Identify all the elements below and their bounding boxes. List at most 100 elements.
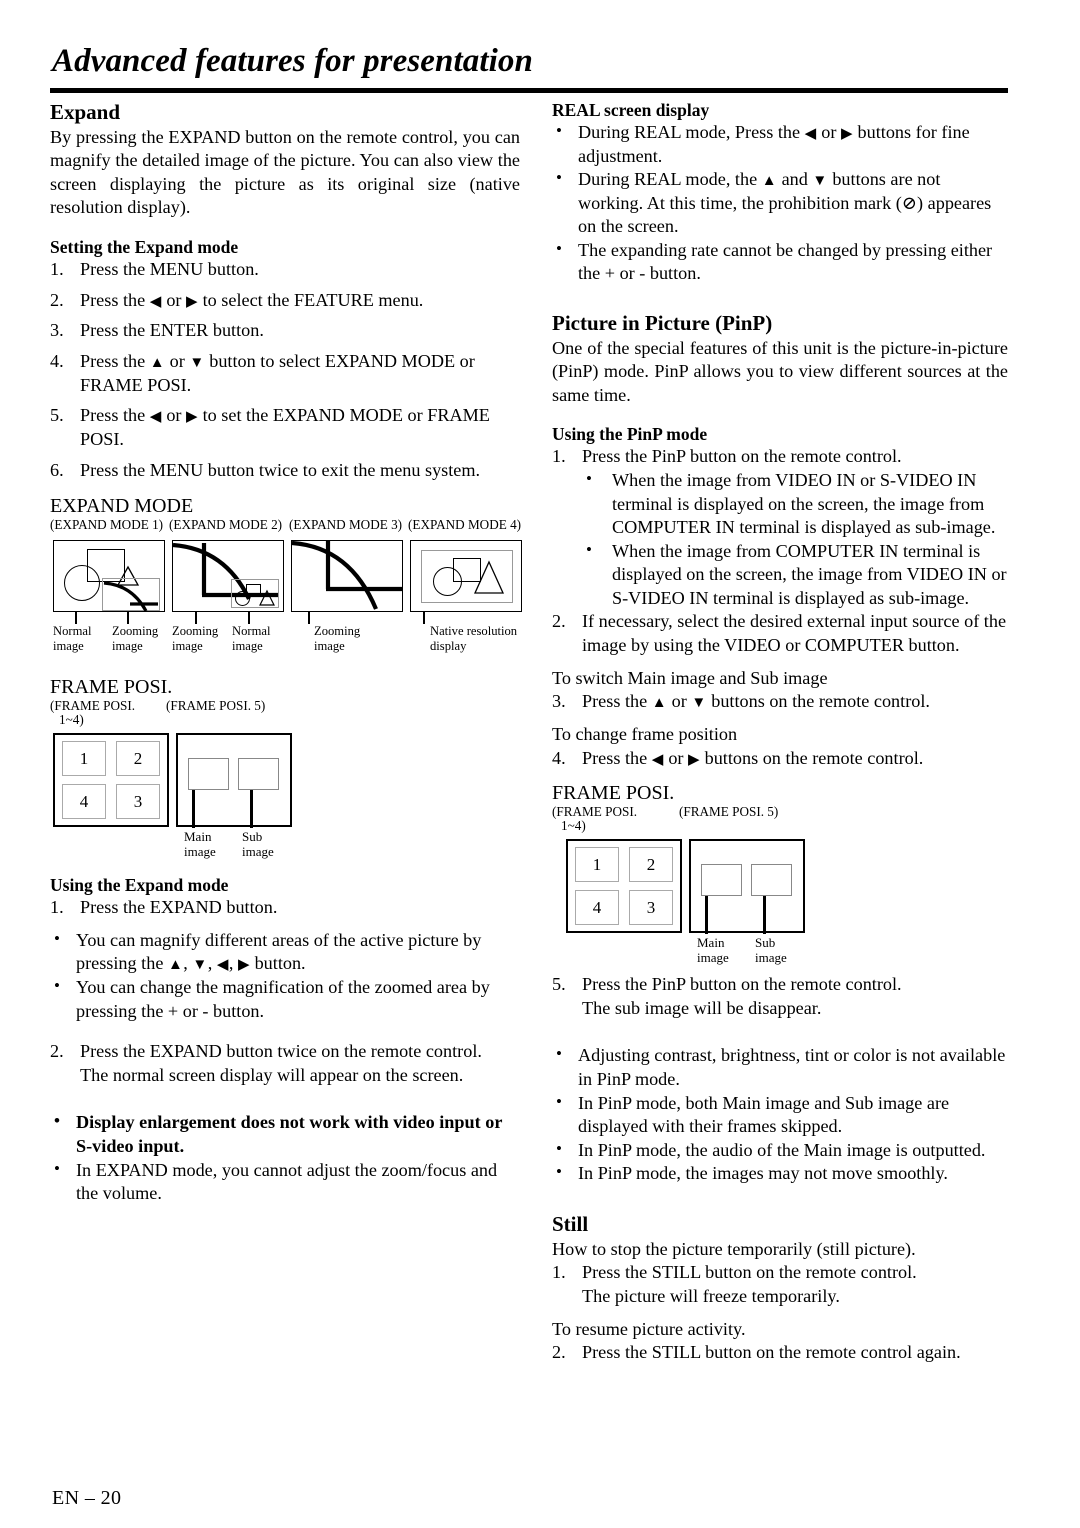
document-page: Advanced features for presentation Expan… [0,0,1080,1528]
list-item: 2. Press the or to select the FEATURE men… [50,289,520,313]
bullet-icon: • [556,1091,562,1111]
zoom-curve [292,541,402,611]
expand-heading: Expand [50,100,121,124]
normal-image-caption-2: image [232,639,263,654]
step-text: If necessary, select the desired externa… [582,611,1007,656]
bullet-text-mid: or [816,122,841,142]
bullet-text: When the image from VIDEO IN or S-VIDEO … [612,470,996,538]
list-item: •During REAL mode, the and buttons are n… [552,168,1008,239]
list-item: • When the image from COMPUTER IN termina… [582,540,1008,611]
using-expand-mode-heading: Using the Expand mode [50,875,229,896]
bullet-text-pre: During REAL mode, the [578,169,762,190]
sub-leader-line [763,896,766,935]
normal-image-caption: Normal [53,624,92,639]
list-item: • You can change the magnification of the… [50,976,520,1023]
list-item: 1. Press the PinP button on the remote co… [552,445,1008,469]
leader-tick [195,612,198,625]
sub-image-rect [238,758,279,791]
step-text: Press the PinP button on the remote cont… [582,446,902,467]
step-text-pre: Press the [582,747,652,768]
frame-quadrant-3: 3 [116,784,160,820]
step-number: 4. [50,350,64,371]
step-text-pre: Press the [80,350,150,371]
change-frame-position-line: To change frame position [552,723,738,744]
step-text-mid: or [161,405,187,426]
list-item: 3. Press the ENTER button. [50,319,520,343]
main-image-caption: Main [697,935,725,951]
step-extra-text: The sub image will be disappear. [582,997,822,1018]
expand-mode-3-label: (EXPAND MODE 3) [289,517,403,533]
bullet-text: The expanding rate cannot be changed by … [578,239,993,284]
list-item: • In PinP mode, both Main image and Sub i… [552,1092,1008,1139]
down-arrow-icon [192,957,207,973]
main-image-caption-2: image [184,844,216,860]
comma: , [228,953,238,974]
list-item: • In PinP mode, the audio of the Main ima… [552,1139,1008,1163]
real-screen-heading: REAL screen display [552,100,710,120]
normal-image-caption: Normal [232,624,271,639]
note-text: Adjusting contrast, brightness, tint or … [578,1045,1006,1090]
bullet-icon: • [586,539,592,559]
frame-posi-5-box [689,839,805,935]
main-image-caption: Main [184,829,212,845]
pinp-step4: 4. Press the or buttons on the remote con… [552,747,1008,771]
frame-posi-diagram-right: (FRAME POSI. 1~4) (FRAME POSI. 5) 1 2 4 … [552,804,1008,965]
up-arrow-icon [762,173,777,189]
bullet-text-mid: and [777,169,813,190]
leader-tick [127,612,130,625]
expand-mode-4-label: (EXPAND MODE 4) [408,517,522,533]
sub-image-caption-2: image [755,950,787,966]
list-item: 2. Press the STILL button on the remote c… [552,1341,1008,1365]
note-text: In PinP mode, the images may not move sm… [578,1163,948,1184]
list-item: 1. Press the MENU button. [50,258,520,282]
bullet-icon: • [54,928,60,948]
pinp-heading: Picture in Picture (PinP) [552,310,773,335]
bullet-icon: • [556,238,562,258]
using-expand-steps: 1. Press the EXPAND button. [50,896,520,920]
sub-leader-line [250,790,253,829]
zooming-image-caption: Zooming [172,624,219,639]
right-arrow-icon [186,409,198,425]
pinp-intro: One of the special features of this unit… [552,337,1008,405]
native-resolution-caption: Native resolution [430,624,518,639]
list-item: •During REAL mode, Press the or buttons … [552,121,1008,168]
frame-posi-quad-box: 1 2 4 3 [53,733,169,828]
frame-quadrant-3: 3 [629,890,673,926]
resume-picture-line: To resume picture activity. [552,1318,746,1339]
frame-posi-diagram: (FRAME POSI. 1~4) (FRAME POSI. 5) 1 2 4 … [50,698,520,859]
up-arrow-icon [150,355,165,371]
step-number: 1. [552,446,566,467]
frame-posi-quad-box: 1 2 4 3 [566,839,682,934]
note-text: In EXPAND mode, you cannot adjust the zo… [76,1159,498,1204]
right-arrow-icon [841,126,853,142]
leader-tick [75,612,78,625]
page-number: EN – 20 [52,1487,122,1509]
list-item-extra: The normal screen display will appear on… [50,1064,520,1088]
step-text-pre: Press the [80,405,150,426]
bullet-icon: • [556,1044,562,1064]
zooming-image-caption: Zooming [112,624,159,639]
step-text-post: buttons on the remote control. [706,691,930,712]
frame-posi-figure-title: FRAME POSI. [50,676,173,699]
step-text-mid: or [161,289,187,310]
step-number: 1. [552,1262,566,1283]
zooming-image-caption-2: image [172,639,203,654]
real-screen-bullets: •During REAL mode, Press the or buttons … [552,121,1008,286]
step-text: Press the MENU button twice to exit the … [80,459,481,480]
list-item: 5.Press the or to set the EXPAND MODE or… [50,404,520,451]
step-number: 5. [552,974,566,995]
still-steps: 1. Press the STILL button on the remote c… [552,1261,1008,1308]
list-item: • Display enlargement does not work with … [50,1111,520,1158]
bullet-icon: • [556,168,562,188]
bullet-icon: • [556,121,562,140]
bullet-icon: • [556,1138,562,1158]
expand-mode-4-screen [410,540,522,613]
right-column: REAL screen display • During REAL mode, P… [552,100,1008,1365]
triangle-shape [259,589,275,606]
list-item: • When the image from VIDEO IN or S-VIDEO… [582,469,1008,540]
main-image-rect [188,758,229,791]
normal-image-caption-2: image [53,639,84,654]
step-number: 1. [50,259,64,280]
step-text: Press the MENU button. [80,259,259,280]
step-number: 1. [50,897,64,918]
